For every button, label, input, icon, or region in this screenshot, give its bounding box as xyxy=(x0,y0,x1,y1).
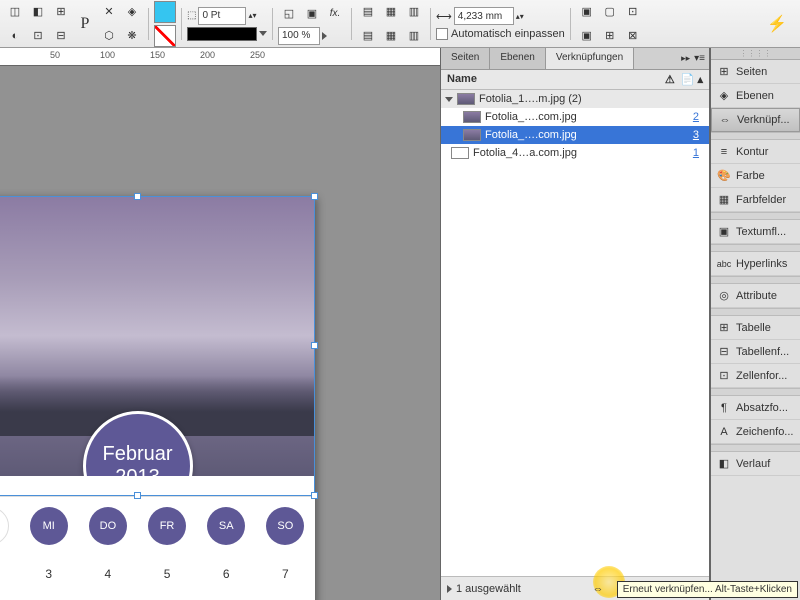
fx-icon[interactable]: fx. xyxy=(324,3,346,25)
fill-swatch[interactable] xyxy=(154,1,176,23)
tool-btn[interactable]: ⬡ xyxy=(98,25,120,47)
date-row: 2 3 4 5 6 7 xyxy=(0,554,315,594)
tool-btn[interactable]: ▥ xyxy=(403,1,425,23)
day-cell: DI xyxy=(0,507,9,545)
link-row[interactable]: Fotolia_4…a.com.jpg 1 xyxy=(441,144,709,162)
tool-btn[interactable]: ❋ xyxy=(121,25,143,47)
day-cell: SA xyxy=(207,507,245,545)
tool-btn[interactable]: ▣ xyxy=(301,3,323,25)
panel-grip[interactable]: ⋮⋮⋮⋮ xyxy=(711,48,800,60)
dropdown-icon[interactable] xyxy=(322,32,327,40)
panel-hyperlinks[interactable]: abcHyperlinks xyxy=(711,252,800,276)
panel-verknuepfungen[interactable]: ⇔Verknüpf... xyxy=(711,108,800,132)
tool-btn[interactable]: ◱ xyxy=(278,3,300,25)
day-cell: FR xyxy=(148,507,186,545)
panel-seiten[interactable]: ⊞Seiten xyxy=(711,60,800,84)
tool-btn[interactable]: ⊞ xyxy=(50,1,72,23)
panel-kontur[interactable]: ≡Kontur xyxy=(711,140,800,164)
day-cell: DO xyxy=(89,507,127,545)
panel-absatzformate[interactable]: ¶Absatzfo... xyxy=(711,396,800,420)
panel-tabelle[interactable]: ⊞Tabelle xyxy=(711,316,800,340)
tool-btn[interactable]: ⊟ xyxy=(50,25,72,47)
relink-button[interactable]: ⇔ xyxy=(589,581,607,597)
panel-menu-icon[interactable]: ▾≡ xyxy=(694,53,705,64)
zoom-input[interactable] xyxy=(278,27,320,45)
tool-btn[interactable]: ⊡ xyxy=(27,25,49,47)
autofit-label: Automatisch einpassen xyxy=(451,28,565,40)
page-column-icon[interactable]: 📄 ▴ xyxy=(681,73,703,86)
day-cell: SO xyxy=(266,507,304,545)
tool-btn[interactable]: ▣ xyxy=(576,1,598,23)
tooltip: Erneut verknüpfen... Alt-Taste+Klicken xyxy=(617,581,798,598)
selection-status: 1 ausgewählt xyxy=(456,583,521,595)
panel-zeichenformate[interactable]: AZeichenfo... xyxy=(711,420,800,444)
tool-btn[interactable]: ◈ xyxy=(121,1,143,23)
warning-column-icon[interactable]: ⚠ xyxy=(665,73,675,86)
tool-btn[interactable]: ◧ xyxy=(27,1,49,23)
canvas[interactable]: Februar 2013 DI MI DO FR SA SO 2 3 4 5 6… xyxy=(0,66,440,600)
link-row[interactable]: Fotolia_….com.jpg 3 xyxy=(441,126,709,144)
measure-input[interactable] xyxy=(454,7,514,25)
autofit-checkbox[interactable] xyxy=(436,28,448,40)
panel-farbe[interactable]: 🎨Farbe xyxy=(711,164,800,188)
weekday-row: DI MI DO FR SA SO xyxy=(0,496,315,546)
tool-btn[interactable]: ▤ xyxy=(357,1,379,23)
tool-btn[interactable]: ▦ xyxy=(380,1,402,23)
tab-seiten[interactable]: Seiten xyxy=(441,48,490,69)
tool-btn[interactable]: ▥ xyxy=(403,25,425,47)
horizontal-ruler: 50 100 150 200 250 xyxy=(0,48,440,66)
top-toolbar: ◫ ◧ ⊞ ◐ ⊡ ⊟ P ✕ ◈ ⬡ ❋ ⬚ ▴▾ xyxy=(0,0,800,48)
panel-header: Name ⚠ 📄 ▴ xyxy=(441,70,709,90)
tool-btn[interactable]: ▣ xyxy=(576,25,598,47)
tool-btn[interactable]: ◐ xyxy=(4,25,26,47)
links-panel: Seiten Ebenen Verknüpfungen ▸▸ ▾≡ Name ⚠… xyxy=(440,48,710,600)
right-panel-dock: ⋮⋮⋮⋮ ⊞Seiten ◈Ebenen ⇔Verknüpf... ≡Kontu… xyxy=(710,48,800,600)
panel-verlauf[interactable]: ◧Verlauf xyxy=(711,452,800,476)
link-row[interactable]: Fotolia_….com.jpg 2 xyxy=(441,108,709,126)
stroke-weight-input[interactable] xyxy=(198,7,246,25)
tool-btn[interactable]: ⊞ xyxy=(599,25,621,47)
link-list: Fotolia_1….m.jpg (2) Fotolia_….com.jpg 2… xyxy=(441,90,709,576)
lightning-icon[interactable]: ⚡ xyxy=(766,13,788,35)
panel-ebenen[interactable]: ◈Ebenen xyxy=(711,84,800,108)
day-cell: MI xyxy=(30,507,68,545)
tool-btn[interactable]: ✕ xyxy=(98,1,120,23)
collapse-icon[interactable]: ▸▸ xyxy=(681,53,690,64)
tool-btn[interactable]: ▦ xyxy=(380,25,402,47)
panel-tabs: Seiten Ebenen Verknüpfungen ▸▸ ▾≡ xyxy=(441,48,709,70)
stroke-swatch[interactable] xyxy=(154,25,176,47)
panel-farbfelder[interactable]: ▦Farbfelder xyxy=(711,188,800,212)
tool-btn[interactable]: ⊠ xyxy=(622,25,644,47)
tab-verknuepfungen[interactable]: Verknüpfungen xyxy=(546,48,634,69)
panel-textumfluss[interactable]: ▣Textumfl... xyxy=(711,220,800,244)
tool-btn[interactable]: ▢ xyxy=(599,1,621,23)
tool-btn[interactable]: ◫ xyxy=(4,1,26,23)
panel-tabellenformate[interactable]: ⊟Tabellenf... xyxy=(711,340,800,364)
tool-btn[interactable]: ▤ xyxy=(357,25,379,47)
paragraph-icon[interactable]: P xyxy=(74,13,96,35)
dropdown-icon[interactable] xyxy=(259,31,267,36)
panel-zellenformate[interactable]: ⊡Zellenfor... xyxy=(711,364,800,388)
calendar-photo: Februar 2013 xyxy=(0,196,315,476)
tab-ebenen[interactable]: Ebenen xyxy=(490,48,545,69)
link-group-row[interactable]: Fotolia_1….m.jpg (2) xyxy=(441,90,709,108)
document-page[interactable]: Februar 2013 DI MI DO FR SA SO 2 3 4 5 6… xyxy=(0,196,315,600)
measure-icon: ⟷ xyxy=(436,10,452,23)
panel-attribute[interactable]: ◎Attribute xyxy=(711,284,800,308)
tool-btn[interactable]: ⊡ xyxy=(622,1,644,23)
